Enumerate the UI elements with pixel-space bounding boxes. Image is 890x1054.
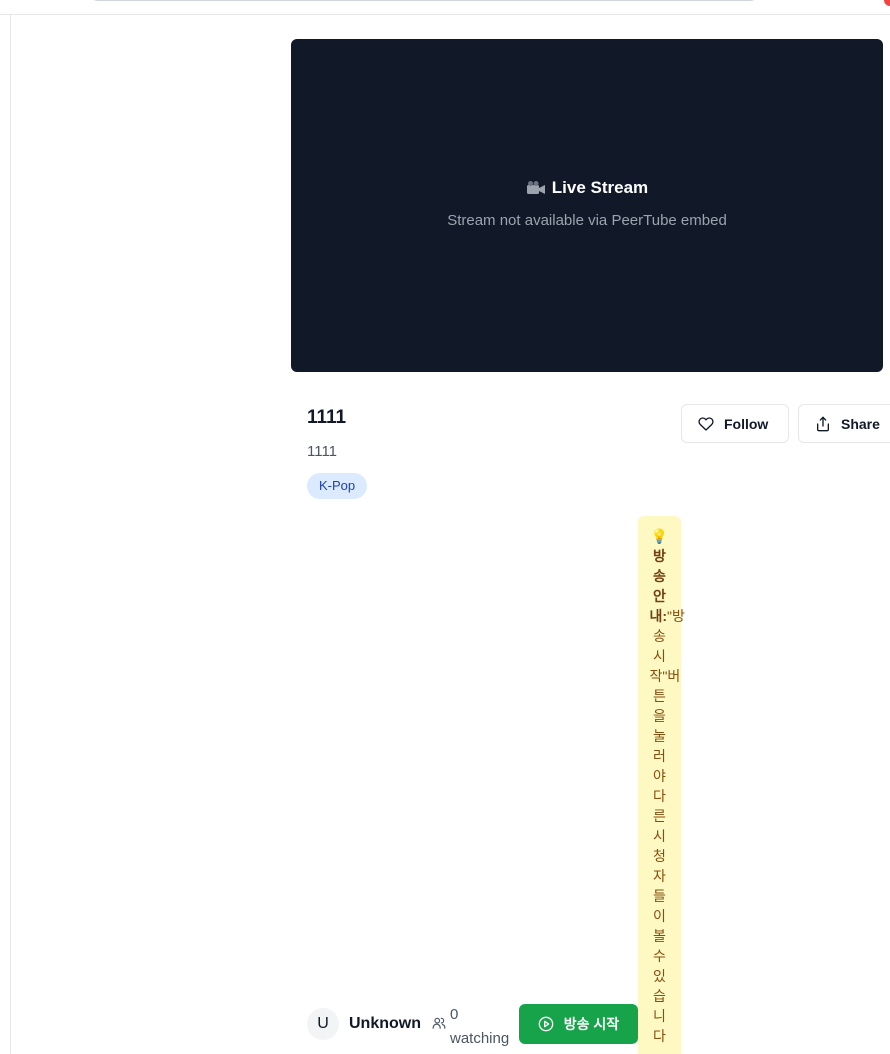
notice-text: 방송 안내:"방송 시작"버튼을 눌러야 다른 시청자들이 볼 수 있습니다 — [649, 546, 685, 1046]
search-input[interactable] — [88, 0, 760, 1]
heart-icon — [698, 416, 714, 431]
start-broadcast-label: 방송 시작 — [563, 1016, 620, 1032]
channel-owner[interactable]: U Unknown — [307, 1008, 421, 1040]
broadcast-notice: 💡 방송 안내:"방송 시작"버튼을 눌러야 다른 시청자들이 볼 수 있습니다 — [638, 516, 685, 1054]
viewer-count: 0 watching — [432, 1003, 520, 1051]
share-icon — [817, 416, 829, 431]
player-title-text: Live Stream — [551, 178, 649, 197]
lightbulb-icon: 💡 — [650, 528, 669, 544]
video-player[interactable]: Live Stream Stream not available via Pee… — [291, 39, 883, 372]
owner-name[interactable]: Unknown — [349, 1015, 421, 1033]
category-tag[interactable]: K-Pop — [307, 473, 368, 499]
avatar[interactable]: U — [307, 1008, 339, 1040]
start-broadcast-button[interactable]: 방송 시작 — [519, 1004, 638, 1044]
users-icon — [432, 1017, 446, 1029]
video-camera-icon — [526, 181, 545, 194]
viewer-count-text: 0 watching — [450, 1006, 510, 1047]
player-title: Live Stream — [526, 178, 648, 198]
stream-title: 1111 — [307, 407, 347, 428]
share-label: Share — [841, 415, 880, 432]
player-message: Stream not available via PeerTube embed — [447, 212, 727, 229]
play-circle-icon — [538, 1016, 554, 1032]
sidebar-divider — [10, 15, 11, 1054]
stream-description: 1111 — [307, 443, 338, 460]
share-button[interactable]: Share — [798, 404, 890, 443]
notice-body: "방송 시작"버튼을 눌러야 다른 시청자들이 볼 수 있습니다 — [649, 608, 685, 1044]
notification-badge[interactable] — [884, 0, 890, 6]
follow-label: Follow — [724, 415, 769, 432]
top-bar — [0, 0, 890, 15]
notice-heading: 방송 안내: — [649, 548, 668, 624]
follow-button[interactable]: Follow — [681, 404, 789, 443]
